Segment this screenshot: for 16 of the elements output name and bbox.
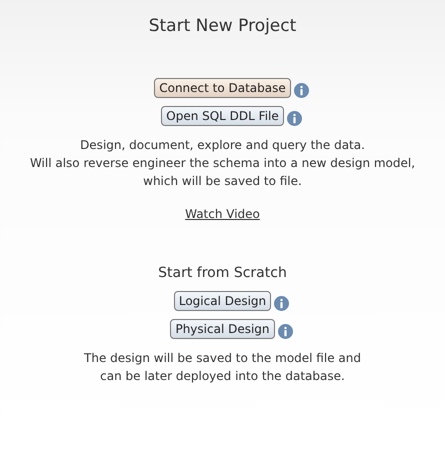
description-text: which will be saved to file. <box>143 173 302 190</box>
description-text: Design, document, explore and query the data. <box>80 137 365 154</box>
description-text: Will also reverse engineer the schema into a new design model, <box>30 155 416 172</box>
action-button[interactable]: Open SQL DDL File <box>161 106 284 126</box>
description-text: can be later deployed into the database. <box>100 368 345 385</box>
info-icon[interactable] <box>286 111 302 126</box>
info-icon[interactable] <box>274 296 290 311</box>
description-text: The design will be saved to the model file and <box>84 350 361 367</box>
info-icon[interactable] <box>278 324 293 339</box>
watch-video-link[interactable]: Watch Video <box>185 207 260 221</box>
action-button[interactable]: Connect to Database <box>154 78 291 98</box>
info-icon[interactable] <box>294 83 309 98</box>
action-button[interactable]: Physical Design <box>170 319 275 339</box>
section-heading: Start from Scratch <box>158 265 287 281</box>
page-title: Start New Project <box>148 16 296 36</box>
action-button[interactable]: Logical Design <box>174 291 272 311</box>
